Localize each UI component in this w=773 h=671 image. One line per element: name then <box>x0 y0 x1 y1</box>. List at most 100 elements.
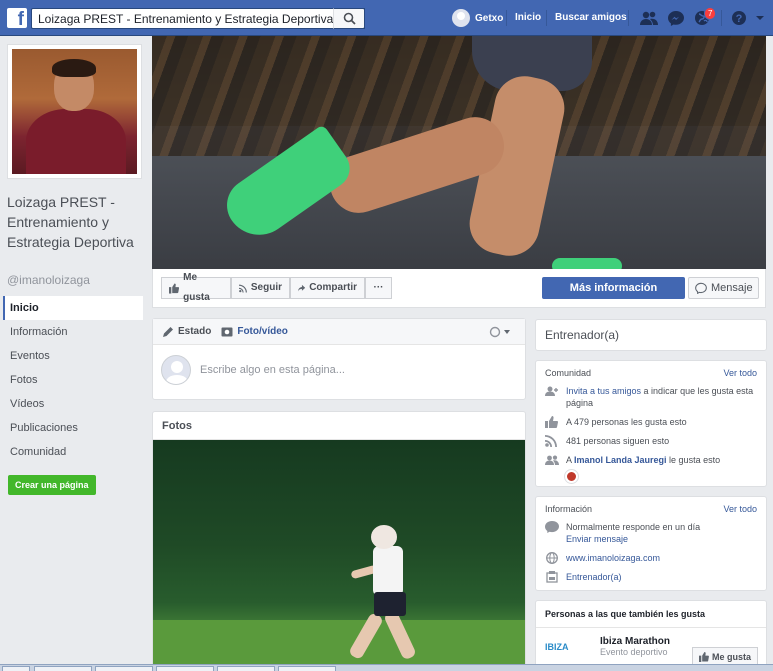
search-input[interactable] <box>31 8 365 29</box>
friend-likes-row: A Imanol Landa Jauregi le gusta esto <box>536 451 766 470</box>
nav-user-profile[interactable]: Getxo <box>452 9 503 27</box>
taskbar-button[interactable] <box>95 666 153 671</box>
composer-tab-status-label: Estado <box>178 326 212 337</box>
category-link[interactable]: Entrenador(a) <box>566 571 622 583</box>
composer-tabs: Estado Foto/vídeo <box>153 319 525 345</box>
info-card: Información Ver todo Normalmente respond… <box>535 496 767 591</box>
likes-count: A 479 personas les gusta esto <box>566 417 687 427</box>
friend-requests-icon[interactable] <box>640 10 658 26</box>
taskbar-button[interactable] <box>278 666 336 671</box>
page-action-bar: Me gusta Seguir Compartir ··· Más inform… <box>152 269 766 308</box>
composer-tab-photo-video[interactable]: Foto/vídeo <box>221 326 288 337</box>
pages-also-liked-card: Personas a las que también les gusta IBI… <box>535 600 767 671</box>
left-nav-item-inicio[interactable]: Inicio <box>3 296 143 320</box>
help-icon[interactable]: ? <box>731 10 749 26</box>
photos-card-title[interactable]: Fotos <box>153 412 525 440</box>
taskbar-button[interactable] <box>2 666 30 671</box>
photos-card: Fotos <box>152 411 526 671</box>
facebook-logo[interactable]: f <box>7 8 27 28</box>
composer-body[interactable]: Escribe algo en esta página... <box>153 345 525 395</box>
pencil-icon <box>163 327 173 337</box>
cover-photo[interactable] <box>152 36 766 269</box>
like-page-button[interactable]: Me gusta <box>161 272 231 303</box>
suggested-page-category: Evento deportivo <box>600 647 668 657</box>
website-row: www.imanoloizaga.com <box>536 549 766 568</box>
rss-follow-icon <box>545 435 557 447</box>
info-see-all-link[interactable]: Ver todo <box>723 504 757 514</box>
composer-tab-status[interactable]: Estado <box>163 326 211 337</box>
page-handle[interactable]: @imanoloizaga <box>7 273 90 287</box>
message-label: Mensaje <box>711 282 753 294</box>
send-message-link[interactable]: Enviar mensaje <box>566 534 628 544</box>
taskbar-button[interactable] <box>34 666 92 671</box>
nav-separator <box>721 10 722 26</box>
response-time-row: Normalmente responde en un día Enviar men… <box>536 518 766 549</box>
globe-icon <box>546 552 558 564</box>
messenger-icon <box>695 282 707 294</box>
nav-home[interactable]: Inicio <box>515 12 541 23</box>
more-options-button[interactable]: ··· <box>365 277 392 299</box>
taskbar-button[interactable] <box>156 666 214 671</box>
website-link[interactable]: www.imanoloizaga.com <box>566 552 660 564</box>
left-nav-item-videos[interactable]: Vídeos <box>3 392 143 416</box>
thumbs-up-icon <box>698 652 709 662</box>
messenger-icon[interactable] <box>667 10 685 26</box>
post-composer: Estado Foto/vídeo Escribe algo en esta p… <box>152 318 526 400</box>
message-button[interactable]: Mensaje <box>688 277 759 299</box>
invite-friends-icon <box>545 386 558 396</box>
svg-text:?: ? <box>736 13 743 25</box>
page-profile-picture[interactable] <box>7 44 142 179</box>
account-menu-chevron-down-icon[interactable] <box>754 10 766 26</box>
invite-friends-link[interactable]: Invita a tus amigos <box>566 386 641 396</box>
response-time: Normalmente responde en un día <box>566 522 701 532</box>
search-button[interactable] <box>333 8 365 29</box>
page-category[interactable]: Entrenador(a) <box>536 320 766 350</box>
create-page-button[interactable]: Crear una página <box>8 475 96 495</box>
nav-separator <box>546 10 547 26</box>
community-see-all-link[interactable]: Ver todo <box>723 368 757 378</box>
rss-follow-icon <box>239 284 247 292</box>
friend-avatar[interactable] <box>565 470 578 483</box>
friend-name-link[interactable]: Imanol Landa Jauregi <box>574 455 667 465</box>
user-avatar <box>452 9 470 27</box>
left-nav-item-fotos[interactable]: Fotos <box>3 368 143 392</box>
suggested-page-name[interactable]: Ibiza Marathon <box>600 636 670 647</box>
left-nav-item-publicaciones[interactable]: Publicaciones <box>3 416 143 440</box>
share-page-label: Compartir <box>309 282 357 293</box>
top-bar: f Getxo Inicio Buscar amigos 7 ? <box>0 0 773 36</box>
left-nav-item-informacion[interactable]: Información <box>3 320 143 344</box>
category-tag-icon <box>546 571 558 583</box>
category-row: Entrenador(a) <box>536 568 766 587</box>
left-nav-item-comunidad[interactable]: Comunidad <box>3 440 143 464</box>
notifications-badge: 7 <box>704 7 717 20</box>
invite-friends-row: Invita a tus amigos a indicar que les gu… <box>536 382 766 413</box>
composer-tab-photo-video-label: Foto/vídeo <box>237 326 288 337</box>
followers-count-row: 481 personas siguen esto <box>536 432 766 451</box>
audience-selector-icon[interactable] <box>489 326 511 338</box>
page-left-nav: Inicio Información Eventos Fotos Vídeos … <box>3 296 143 464</box>
friends-icon <box>545 455 559 465</box>
left-nav-item-eventos[interactable]: Eventos <box>3 344 143 368</box>
page-title[interactable]: Loizaga PREST - Entrenamiento y Estrateg… <box>7 192 152 252</box>
share-arrow-icon <box>298 284 306 291</box>
runner-photo[interactable] <box>153 440 525 671</box>
nav-separator <box>628 10 629 26</box>
suggested-page[interactable]: IBIZA Ibiza Marathon Evento deportivo Me… <box>536 628 766 667</box>
user-name: Getxo <box>475 12 504 24</box>
composer-placeholder[interactable]: Escribe algo en esta página... <box>200 364 345 376</box>
os-taskbar <box>0 664 773 671</box>
more-info-button[interactable]: Más información <box>542 277 685 299</box>
follow-page-label: Seguir <box>250 282 282 293</box>
community-title: Comunidad <box>545 368 592 378</box>
ibiza-marathon-logo[interactable]: IBIZA <box>545 638 585 656</box>
thumbs-up-icon <box>545 416 559 428</box>
followers-count: 481 personas siguen esto <box>566 436 670 446</box>
chat-bubble-icon <box>545 521 559 533</box>
follow-page-button[interactable]: Seguir <box>231 277 290 299</box>
thumbs-up-icon <box>169 282 180 294</box>
share-page-button[interactable]: Compartir <box>290 277 365 299</box>
nav-separator <box>506 10 507 26</box>
nav-find-friends[interactable]: Buscar amigos <box>555 12 627 23</box>
taskbar-button[interactable] <box>217 666 275 671</box>
profile-photo <box>12 49 137 174</box>
